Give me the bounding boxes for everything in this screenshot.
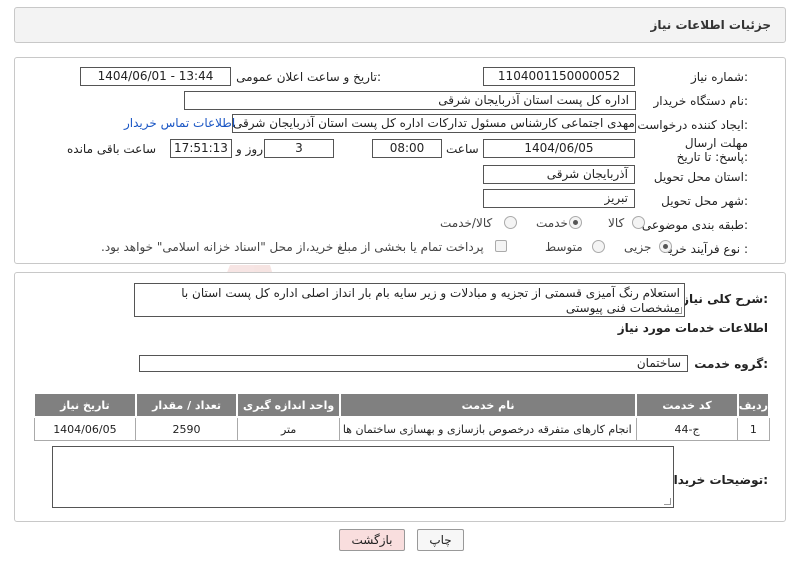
deadline-days-label: روز و bbox=[236, 142, 263, 156]
requester-label: ایجاد کننده درخواست: bbox=[637, 118, 748, 132]
category-option-service: خدمت bbox=[536, 216, 568, 230]
table-row[interactable]: 1 ج-44 انجام کارهای متفرقه درخصوص بازساز… bbox=[33, 416, 770, 441]
description-label: شرح کلی نیاز: bbox=[682, 292, 768, 306]
treasury-payment-checkbox[interactable] bbox=[495, 240, 507, 252]
services-table: ردیف کد خدمت نام خدمت واحد اندازه گیری ت… bbox=[33, 392, 771, 441]
category-label: طبقه بندی موضوعی: bbox=[641, 218, 748, 232]
col-header-quantity: تعداد / مقدار bbox=[134, 392, 239, 418]
cell-unit: متر bbox=[236, 416, 341, 441]
deadline-date-field[interactable]: 1404/06/05 bbox=[483, 139, 635, 158]
print-button[interactable]: چاپ bbox=[417, 529, 464, 551]
delivery-city-field[interactable]: تبریز bbox=[483, 189, 635, 208]
process-option-minor: جزیی bbox=[624, 240, 652, 254]
announce-datetime-label: تاریخ و ساعت اعلان عمومی: bbox=[236, 70, 381, 84]
cell-service-name: انجام کارهای متفرقه درخصوص بازسازی و بهس… bbox=[339, 416, 637, 441]
cell-service-code: ج-44 bbox=[635, 416, 739, 441]
category-option-goods: کالا bbox=[608, 216, 625, 230]
process-option-medium: متوسط bbox=[545, 240, 583, 254]
deadline-time-field[interactable]: 08:00 bbox=[372, 139, 442, 158]
delivery-province-field[interactable]: آذربایجان شرقی bbox=[483, 165, 635, 184]
service-group-label: گروه خدمت: bbox=[694, 357, 768, 371]
cell-need-date: 1404/06/05 bbox=[33, 416, 137, 441]
buyer-notes-textarea[interactable] bbox=[52, 446, 674, 508]
panel-header: جزئیات اطلاعات نیاز bbox=[14, 7, 786, 43]
category-option-goods-service: کالا/خدمت bbox=[440, 216, 493, 230]
category-radio-goods-service[interactable] bbox=[504, 216, 517, 229]
col-header-row: ردیف bbox=[736, 392, 771, 418]
services-title: اطلاعات خدمات مورد نیاز bbox=[617, 321, 768, 335]
announce-datetime-field[interactable]: 1404/06/01 - 13:44 bbox=[80, 67, 231, 86]
cell-row-number: 1 bbox=[737, 416, 770, 441]
remaining-time-label: ساعت باقی مانده bbox=[67, 142, 157, 156]
category-radio-service[interactable] bbox=[569, 216, 582, 229]
buyer-notes-label: توضیحات خریدار: bbox=[666, 473, 768, 487]
deadline-time-label: ساعت bbox=[446, 142, 479, 156]
page-title: جزئیات اطلاعات نیاز bbox=[650, 18, 771, 32]
process-radio-medium[interactable] bbox=[592, 240, 605, 253]
col-header-name: نام خدمت bbox=[338, 392, 638, 418]
category-radio-goods[interactable] bbox=[632, 216, 645, 229]
buyer-org-label: نام دستگاه خریدار: bbox=[653, 94, 749, 108]
col-header-unit: واحد اندازه گیری bbox=[236, 392, 341, 418]
deadline-days-field[interactable]: 3 bbox=[264, 139, 334, 158]
delivery-city-label: شهر محل تحویل: bbox=[661, 194, 748, 208]
treasury-payment-note: پرداخت تمام یا بخشی از مبلغ خرید،از محل … bbox=[101, 240, 484, 254]
cell-quantity: 2590 bbox=[135, 416, 238, 441]
delivery-province-label: استان محل تحویل: bbox=[653, 170, 748, 184]
remaining-time-field[interactable]: 17:51:13 bbox=[170, 139, 232, 158]
need-number-label: شماره نیاز: bbox=[690, 70, 748, 84]
description-text: استعلام رنگ آمیزی قسمتی از تجزیه و مبادل… bbox=[181, 286, 680, 315]
deadline-label: مهلت ارسال پاسخ: تا تاریخ: bbox=[676, 136, 748, 164]
back-button[interactable]: بازگشت bbox=[339, 529, 405, 551]
resize-handle-icon[interactable] bbox=[664, 498, 671, 505]
buyer-org-field[interactable]: اداره کل پست استان آذربایجان شرقی bbox=[184, 91, 636, 110]
description-textarea[interactable]: استعلام رنگ آمیزی قسمتی از تجزیه و مبادل… bbox=[134, 283, 685, 317]
need-number-field[interactable]: 1104001150000052 bbox=[483, 67, 635, 86]
services-table-wrap: ردیف کد خدمت نام خدمت واحد اندازه گیری ت… bbox=[33, 392, 771, 441]
col-header-code: کد خدمت bbox=[635, 392, 739, 418]
resize-handle-icon[interactable] bbox=[675, 307, 682, 314]
process-radio-minor[interactable] bbox=[659, 240, 672, 253]
col-header-date: تاریخ نیاز bbox=[33, 392, 137, 418]
process-type-label: نوع فرآیند خرید : bbox=[663, 242, 748, 256]
requester-field[interactable]: مهدی اجتماعی کارشناس مسئول تدارکات اداره… bbox=[232, 114, 636, 133]
service-group-field[interactable]: ساختمان bbox=[139, 355, 688, 372]
buyer-contact-link[interactable]: اطلاعات تماس خریدار bbox=[124, 116, 235, 130]
